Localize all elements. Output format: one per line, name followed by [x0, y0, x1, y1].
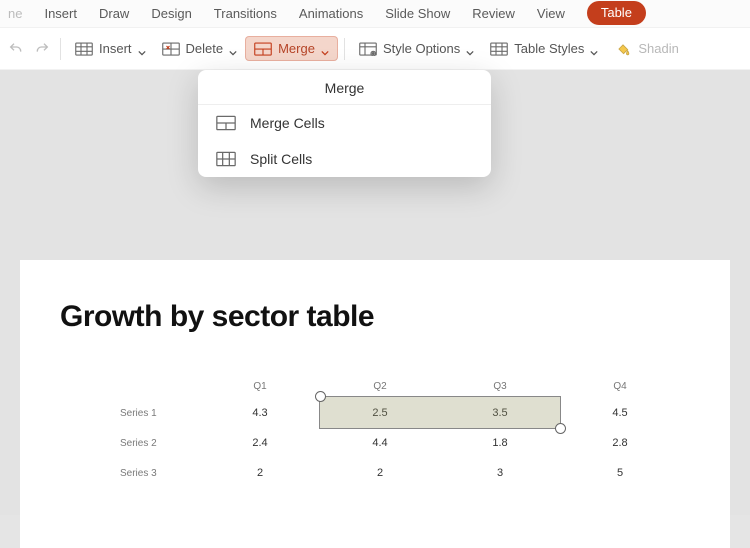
- ribbon-insert[interactable]: Insert: [67, 37, 154, 60]
- menu-split-cells[interactable]: Split Cells: [198, 141, 491, 177]
- chevron-down-icon: [229, 45, 237, 53]
- table-cell[interactable]: 2: [320, 458, 440, 488]
- data-table[interactable]: Q1 Q2 Q3 Q4 Series 1 4.3 2.5 3.5 4.5 Ser…: [120, 379, 680, 488]
- menu-split-cells-label: Split Cells: [250, 151, 312, 167]
- table-merge-icon: [254, 42, 272, 56]
- tab-insert[interactable]: Insert: [44, 6, 77, 27]
- ribbon-styleoptions-label: Style Options: [383, 41, 460, 56]
- table-cell[interactable]: 2.5: [320, 398, 440, 428]
- slide-title[interactable]: Growth by sector table: [60, 300, 690, 334]
- chevron-down-icon: [138, 45, 146, 53]
- col-header: Q2: [320, 379, 440, 398]
- ribbon-tabs: ne Insert Draw Design Transitions Animat…: [0, 0, 750, 28]
- ribbon-shading[interactable]: Shadin: [606, 37, 686, 60]
- ribbon-tablestyles-label: Table Styles: [514, 41, 584, 56]
- table-cell[interactable]: 2: [200, 458, 320, 488]
- menu-merge-cells[interactable]: Merge Cells: [198, 105, 491, 141]
- table-cell[interactable]: 4.4: [320, 428, 440, 458]
- table-cell[interactable]: 4.5: [560, 398, 680, 428]
- merge-dropdown: Merge Merge Cells Split Cells: [198, 70, 491, 177]
- row-header: Series 2: [120, 428, 200, 458]
- undo-button[interactable]: [8, 41, 24, 57]
- row-header: Series 3: [120, 458, 200, 488]
- ribbon-delete-label: Delete: [186, 41, 224, 56]
- redo-button[interactable]: [34, 41, 50, 57]
- ribbon-shading-label: Shadin: [638, 41, 678, 56]
- divider: [344, 38, 345, 60]
- tab-transitions[interactable]: Transitions: [214, 6, 277, 27]
- split-cells-icon: [216, 151, 236, 167]
- ribbon-table-styles[interactable]: Table Styles: [482, 37, 606, 60]
- ribbon-merge[interactable]: Merge: [245, 36, 338, 61]
- tab-design[interactable]: Design: [151, 6, 191, 27]
- paint-bucket-icon: [614, 42, 632, 56]
- ribbon-style-options[interactable]: Style Options: [351, 37, 482, 60]
- table-cell[interactable]: 3: [440, 458, 560, 488]
- tab-home[interactable]: ne: [8, 6, 22, 27]
- table-styleoptions-icon: [359, 42, 377, 56]
- ribbon-toolbar: Insert Delete Merge Style Options Table …: [0, 28, 750, 70]
- col-header: Q3: [440, 379, 560, 398]
- slide[interactable]: Growth by sector table Q1 Q2 Q3 Q4 Serie…: [20, 260, 730, 548]
- table-delete-icon: [162, 42, 180, 56]
- col-header: Q1: [200, 379, 320, 398]
- chevron-down-icon: [590, 45, 598, 53]
- tab-slideshow[interactable]: Slide Show: [385, 6, 450, 27]
- tab-view[interactable]: View: [537, 6, 565, 27]
- ribbon-delete[interactable]: Delete: [154, 37, 246, 60]
- table-cell[interactable]: 1.8: [440, 428, 560, 458]
- divider: [60, 38, 61, 60]
- row-header: Series 1: [120, 398, 200, 428]
- merge-dropdown-title: Merge: [198, 70, 491, 105]
- table-cell[interactable]: 2.8: [560, 428, 680, 458]
- ribbon-merge-label: Merge: [278, 41, 315, 56]
- tab-table[interactable]: Table: [587, 1, 646, 25]
- table-cell[interactable]: 3.5: [440, 398, 560, 428]
- ribbon-insert-label: Insert: [99, 41, 132, 56]
- col-header: Q4: [560, 379, 680, 398]
- tab-draw[interactable]: Draw: [99, 6, 129, 27]
- tab-animations[interactable]: Animations: [299, 6, 363, 27]
- chevron-down-icon: [321, 45, 329, 53]
- tab-review[interactable]: Review: [472, 6, 515, 27]
- table-cell[interactable]: 2.4: [200, 428, 320, 458]
- table-styles-icon: [490, 42, 508, 56]
- table-cell[interactable]: 5: [560, 458, 680, 488]
- table-insert-icon: [75, 42, 93, 56]
- table-cell[interactable]: 4.3: [200, 398, 320, 428]
- merge-cells-icon: [216, 115, 236, 131]
- chevron-down-icon: [466, 45, 474, 53]
- menu-merge-cells-label: Merge Cells: [250, 115, 325, 131]
